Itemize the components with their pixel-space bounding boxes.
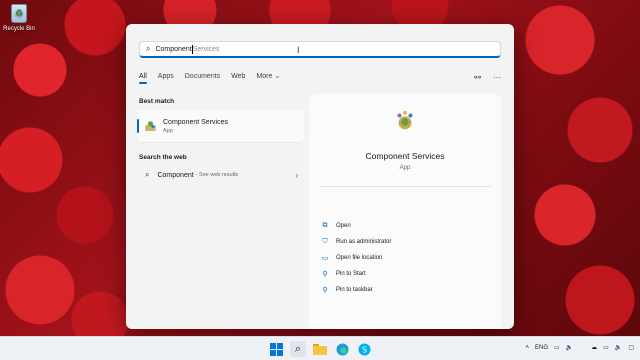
action-pin-to-taskbar-label: Pin to taskbar	[336, 287, 373, 293]
details-divider	[319, 186, 491, 187]
pin-icon: ⚲	[322, 287, 328, 294]
action-pin-to-start[interactable]: ⚲ Pin to Start	[321, 266, 391, 282]
web-search-result[interactable]: ⌕ Component - See web results ›	[137, 166, 304, 184]
start-search-panel: ⌕ Component Services I All Apps Document…	[126, 24, 514, 329]
search-button[interactable]: ⌕	[290, 341, 306, 357]
action-pin-to-taskbar[interactable]: ⚲ Pin to taskbar	[321, 282, 391, 298]
action-open-label: Open	[336, 223, 351, 229]
open-icon: ⧉	[322, 222, 328, 229]
system-tray: ˄ ENG ▭ 🔈 ☁ ▭ 🔈 ▢	[519, 344, 634, 352]
skype-button[interactable]: S	[356, 341, 372, 357]
search-input[interactable]: ⌕ Component Services I	[139, 41, 501, 58]
search-typed-text: Component	[155, 45, 192, 53]
result-details-panel: Component Services App ⧉ Open ⛉ Run as a…	[309, 94, 501, 329]
action-pin-to-start-label: Pin to Start	[336, 271, 366, 277]
component-services-icon	[145, 120, 156, 131]
chevron-down-icon: ⌄	[274, 73, 281, 80]
network-icon[interactable]: ▭	[603, 344, 609, 351]
tab-documents[interactable]: Documents	[185, 73, 220, 82]
taskbar-pinned-apps: ⌕ S	[268, 341, 378, 357]
volume-icon[interactable]: 🔈	[566, 344, 573, 351]
display-icon[interactable]: ▭	[554, 344, 560, 351]
start-button[interactable]	[268, 341, 284, 357]
recycle-bin-shortcut[interactable]: ♻ Recycle Bin	[2, 4, 36, 32]
recycle-bin-icon: ♻	[11, 4, 27, 23]
action-run-as-admin-label: Run as administrator	[336, 239, 392, 245]
svg-text:S: S	[361, 345, 366, 354]
details-subtitle: App	[399, 165, 411, 171]
skype-icon: S	[358, 343, 370, 355]
text-cursor-icon: I	[297, 45, 300, 55]
chevron-up-icon[interactable]: ˄	[525, 345, 529, 351]
search-icon: ⌕	[294, 342, 302, 355]
best-match-result[interactable]: Component Services App	[137, 110, 304, 142]
cloud-icon[interactable]: ☁	[591, 344, 597, 351]
best-match-heading: Best match	[139, 98, 175, 105]
tab-apps[interactable]: Apps	[158, 73, 174, 82]
folder-icon	[313, 344, 327, 355]
chevron-right-icon[interactable]: ›	[295, 171, 298, 180]
web-search-heading: Search the web	[139, 154, 187, 161]
best-match-subtitle: App	[163, 127, 173, 134]
tab-web[interactable]: Web	[231, 73, 245, 82]
action-run-as-administrator[interactable]: ⛉ Run as administrator	[321, 234, 391, 250]
edge-button[interactable]	[334, 341, 350, 357]
share-icon[interactable]: ⚯	[474, 73, 481, 82]
action-open-file-location[interactable]: ▭ Open file location	[321, 250, 391, 266]
more-options-icon[interactable]: ···	[493, 73, 501, 82]
shield-icon: ⛉	[322, 238, 328, 245]
best-match-title: Component Services	[163, 118, 228, 126]
tab-all[interactable]: All	[139, 73, 147, 84]
action-open[interactable]: ⧉ Open	[321, 218, 391, 234]
search-icon: ⌕	[146, 44, 151, 53]
details-actions: ⧉ Open ⛉ Run as administrator ▭ Open fil…	[321, 218, 392, 298]
folder-icon: ▭	[321, 255, 329, 262]
results-list: Best match Component Services App Search…	[137, 94, 304, 184]
pin-icon: ⚲	[322, 271, 328, 278]
windows-logo-icon	[269, 342, 283, 356]
language-indicator[interactable]: ENG	[535, 345, 548, 351]
details-title: Component Services	[365, 151, 445, 161]
search-suggestion-text: Services	[192, 45, 220, 53]
taskbar: ⌕ S ˄ ENG ▭ 🔈 ☁ ▭ 🔈 ▢	[0, 336, 640, 360]
search-filter-tabs: All Apps Documents Web More ⌄ ⚯ ···	[139, 70, 501, 84]
tab-more-label: More	[256, 73, 273, 80]
web-results-note: - See web results	[195, 172, 239, 178]
notification-icon[interactable]: ▢	[628, 344, 634, 351]
action-open-file-location-label: Open file location	[336, 255, 383, 261]
recycle-bin-label: Recycle Bin	[3, 26, 35, 32]
web-query-text: Component	[157, 171, 194, 179]
edge-icon	[336, 343, 348, 355]
file-explorer-button[interactable]	[312, 341, 328, 357]
speaker-icon[interactable]: 🔈	[615, 344, 622, 351]
tab-more[interactable]: More ⌄	[256, 72, 280, 82]
component-services-large-icon	[397, 110, 413, 130]
search-icon: ⌕	[145, 170, 150, 179]
